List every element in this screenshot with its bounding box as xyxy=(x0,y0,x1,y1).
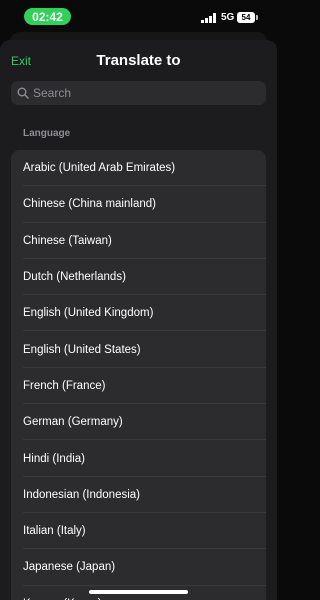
search-input[interactable]: Search xyxy=(11,81,266,105)
language-item[interactable]: Japanese (Japan) xyxy=(11,549,266,586)
network-type: 5G xyxy=(221,12,235,23)
translate-sheet: Exit Translate to Search Language Arabic… xyxy=(0,40,277,600)
search-placeholder: Search xyxy=(33,86,72,100)
language-item[interactable]: Indonesian (Indonesia) xyxy=(11,477,266,514)
battery-tip xyxy=(256,15,258,20)
language-item[interactable]: English (United States) xyxy=(11,331,266,369)
language-item[interactable]: English (United Kingdom) xyxy=(11,295,266,332)
language-item[interactable]: Dutch (Netherlands) xyxy=(11,259,266,296)
battery-level: 54 xyxy=(241,13,251,22)
language-list: Arabic (United Arab Emirates) Chinese (C… xyxy=(11,150,266,600)
language-item[interactable]: Italian (Italy) xyxy=(11,513,266,550)
search-icon xyxy=(17,87,29,99)
language-item[interactable]: Chinese (Taiwan) xyxy=(11,223,266,260)
language-item[interactable]: Hindi (India) xyxy=(11,440,266,477)
language-item[interactable]: French (France) xyxy=(11,368,266,405)
cellular-signal-icon xyxy=(201,13,216,23)
status-bar: 02:42 5G 54 xyxy=(0,0,277,34)
language-item[interactable]: German (Germany) xyxy=(11,404,266,441)
home-indicator[interactable] xyxy=(89,590,188,594)
status-time[interactable]: 02:42 xyxy=(24,8,71,25)
page-title: Translate to xyxy=(96,52,181,69)
language-item[interactable]: Arabic (United Arab Emirates) xyxy=(11,150,266,187)
language-item[interactable]: Chinese (China mainland) xyxy=(11,186,266,223)
section-header-language: Language xyxy=(23,128,71,139)
battery-icon: 54 xyxy=(237,12,255,23)
